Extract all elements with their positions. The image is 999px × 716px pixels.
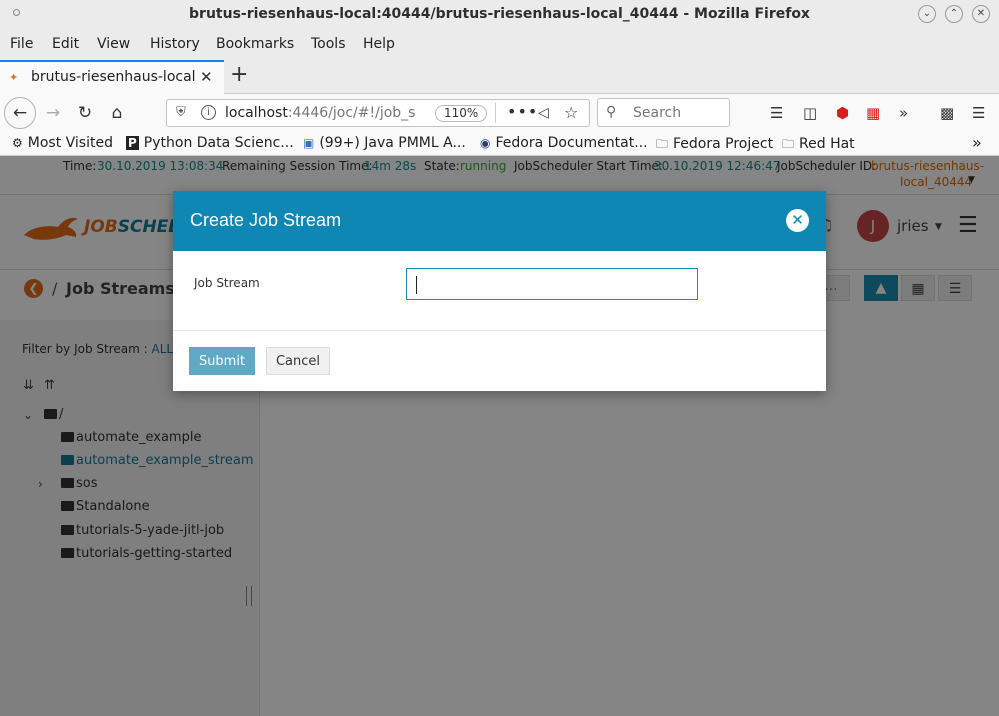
- url-bar[interactable]: ⛨ i localhost:4446/joc/#!/job_s 110% •••…: [166, 99, 590, 127]
- maximize-icon[interactable]: ⌃: [945, 5, 963, 23]
- page-actions-icon[interactable]: •••: [507, 102, 538, 121]
- fedora-icon: ◉: [480, 136, 491, 150]
- bookmark-java-pmml[interactable]: ▣ (99+) Java PMML A...: [303, 135, 466, 151]
- bookmark-fedora-docs[interactable]: ◉ Fedora Documentat...: [480, 135, 648, 151]
- bookmark-label: Most Visited: [27, 135, 113, 151]
- url-host: localhost: [225, 105, 288, 121]
- job-stream-label: Job Stream: [194, 276, 260, 290]
- gear-icon: ⚙: [12, 136, 23, 150]
- bookmark-most-visited[interactable]: ⚙ Most Visited: [12, 135, 113, 151]
- menu-bookmarks[interactable]: Bookmarks: [216, 36, 294, 52]
- tab-close-icon[interactable]: ✕: [200, 68, 213, 86]
- dialog-header: Create Job Stream ✕: [173, 191, 826, 251]
- jobscheduler-favicon-icon: ✦: [9, 71, 19, 84]
- text-cursor: [416, 276, 417, 294]
- bookmarks-toolbar: ⚙ Most Visited P Python Data Scienc... ▣ (9…: [0, 132, 999, 156]
- close-icon[interactable]: ✕: [786, 209, 809, 232]
- create-job-stream-dialog: Create Job Stream ✕ Job Stream Submit Ca…: [173, 191, 826, 391]
- menu-file[interactable]: File: [10, 36, 33, 52]
- chat-favicon-icon: ▣: [303, 136, 315, 150]
- new-tab-icon[interactable]: +: [230, 62, 248, 87]
- menu-view[interactable]: View: [97, 36, 130, 52]
- menu-tools[interactable]: Tools: [311, 36, 346, 52]
- extensions-icon[interactable]: ▩: [940, 104, 954, 122]
- bookmark-label: Fedora Documentat...: [495, 135, 648, 151]
- forward-icon[interactable]: →: [38, 98, 68, 128]
- browser-tab[interactable]: ✦ brutus-riesenhaus-local:4 ✕: [0, 60, 224, 94]
- bookmarks-overflow-icon[interactable]: »: [972, 133, 982, 152]
- dialog-title: Create Job Stream: [190, 210, 342, 230]
- urlbar-separator: [495, 103, 496, 123]
- p-favicon-icon: P: [126, 136, 139, 150]
- firefox-menu-icon[interactable]: ☰: [972, 104, 985, 122]
- library-icon[interactable]: ☰: [770, 104, 783, 122]
- cancel-button[interactable]: Cancel: [266, 347, 330, 375]
- menu-edit[interactable]: Edit: [52, 36, 79, 52]
- bookmark-python[interactable]: P Python Data Scienc...: [126, 135, 294, 151]
- close-window-icon[interactable]: ✕: [972, 5, 990, 23]
- site-info-icon[interactable]: i: [201, 105, 216, 120]
- zoom-level-badge[interactable]: 110%: [435, 105, 488, 122]
- sidebar-icon[interactable]: ◫: [803, 104, 817, 122]
- bookmark-label: Red Hat: [799, 136, 855, 152]
- dialog-body: Job Stream: [173, 251, 826, 331]
- window-titlebar: brutus-riesenhaus-local:40444/brutus-rie…: [0, 0, 999, 30]
- reload-icon[interactable]: ↻: [70, 98, 100, 128]
- pocket-icon[interactable]: ◁: [538, 105, 549, 121]
- bookmark-fedora-project[interactable]: 🗀 Fedora Project: [656, 135, 773, 156]
- search-placeholder: Search: [633, 105, 682, 121]
- menubar: File Edit View History Bookmarks Tools H…: [0, 30, 999, 58]
- tab-strip: ✦ brutus-riesenhaus-local:4 ✕ +: [0, 58, 999, 94]
- minimize-icon[interactable]: ⌄: [918, 5, 936, 23]
- submit-button[interactable]: Submit: [189, 347, 255, 375]
- tab-title: brutus-riesenhaus-local:4: [31, 69, 196, 85]
- bookmark-red-hat[interactable]: 🗀 Red Hat: [782, 135, 855, 156]
- tracking-shield-icon[interactable]: ⛨: [176, 105, 186, 120]
- home-icon[interactable]: ⌂: [102, 98, 132, 128]
- folder-icon: 🗀: [782, 137, 795, 151]
- folder-icon: 🗀: [656, 137, 669, 151]
- search-input[interactable]: ⚲ Search: [597, 98, 730, 127]
- back-icon[interactable]: ←: [4, 97, 36, 129]
- url-text[interactable]: localhost:4446/joc/#!/job_s: [225, 105, 425, 121]
- bookmark-label: (99+) Java PMML A...: [319, 135, 466, 151]
- job-stream-input[interactable]: [406, 268, 698, 300]
- window-title: brutus-riesenhaus-local:40444/brutus-rie…: [189, 6, 810, 22]
- overflow-chevron-icon[interactable]: »: [899, 104, 908, 122]
- bookmark-star-icon[interactable]: ☆: [564, 103, 578, 122]
- search-icon: ⚲: [606, 104, 617, 120]
- navigation-toolbar: ← → ↻ ⌂ ⛨ i localhost:4446/joc/#!/job_s …: [0, 94, 999, 132]
- menu-history[interactable]: History: [150, 36, 200, 52]
- adblock-icon[interactable]: ⬢: [836, 104, 849, 122]
- bookmark-label: Python Data Scienc...: [143, 135, 294, 151]
- bookmark-label: Fedora Project: [673, 136, 774, 152]
- menu-help[interactable]: Help: [363, 36, 395, 52]
- url-path: :4446/joc/#!/job_s: [287, 105, 416, 121]
- pdf-icon[interactable]: ▦: [866, 104, 880, 122]
